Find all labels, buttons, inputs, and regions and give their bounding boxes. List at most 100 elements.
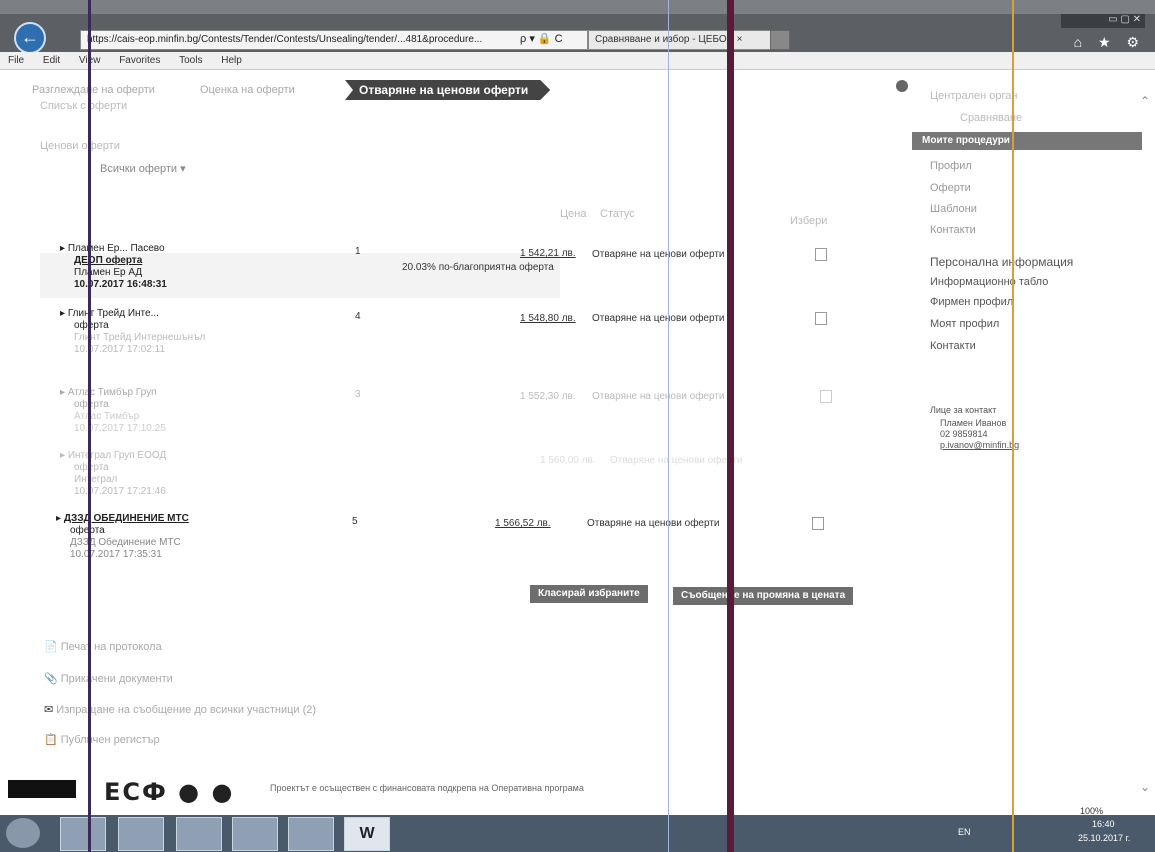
scan-artifact-line xyxy=(1012,0,1014,852)
offer-link[interactable]: оферта xyxy=(60,399,166,411)
bidder-name: Глинт Трейд Инте... xyxy=(67,308,159,319)
taskbar-app-icon[interactable] xyxy=(232,817,278,851)
breadcrumb-step-2[interactable]: Оценка на оферти xyxy=(200,80,295,100)
send-message-link[interactable]: ✉ Изпращане на съобщение до всички участ… xyxy=(44,703,316,716)
filter-dropdown[interactable]: Всички оферти ▾ xyxy=(100,162,186,175)
contact-title: Лице за контакт xyxy=(930,405,997,415)
select-checkbox[interactable] xyxy=(815,312,827,328)
offer-date: 10.07.2017 17:35:31 xyxy=(70,549,162,560)
bidder-sub: Глинт Трейд Интернешънъл xyxy=(74,332,206,343)
search-icon[interactable]: ρ ▾ 🔒 C xyxy=(520,30,580,48)
breadcrumb-step-1[interactable]: Разглеждане на оферти xyxy=(32,80,155,100)
browser-tab[interactable]: Сравняване и избор - ЦЕБОП × xyxy=(588,30,776,50)
menu-favorites[interactable]: Favorites xyxy=(119,55,160,66)
scan-artifact-line xyxy=(668,0,669,852)
taskbar-ie-icon[interactable] xyxy=(60,817,106,851)
offer-price-note: 20.03% по-благоприятна оферта xyxy=(402,262,554,273)
attachments-link[interactable]: 📎 Прикачени документи xyxy=(44,672,173,685)
sidebar-link-my-profile[interactable]: Моят профил xyxy=(930,318,999,330)
language-indicator[interactable]: EN xyxy=(958,827,971,837)
bidder-sub: Атлас Тимбър xyxy=(74,411,140,422)
table-row[interactable]: ▸ ДЗЗД ОБЕДИНЕНИЕ МТС оферта ДЗЗД Обедин… xyxy=(56,513,189,561)
personal-info-heading: Персонална информация xyxy=(930,255,1074,269)
offer-status: Отваряне на ценови оферти xyxy=(592,313,725,324)
menu-file[interactable]: File xyxy=(8,55,24,66)
address-bar[interactable]: https://cais-eop.minfin.bg/Contests/Tend… xyxy=(80,30,588,50)
offer-link[interactable]: оферта xyxy=(60,462,166,474)
menu-bar: File Edit View Favorites Tools Help xyxy=(0,52,1155,70)
table-row[interactable]: ▸ Атлас Тимбър Груп оферта Атлас Тимбър … xyxy=(60,387,166,435)
col-status-header: Статус xyxy=(600,208,635,220)
table-row[interactable]: ▸ Интеграл Груп ЕООД оферта Интеграл 10.… xyxy=(60,450,166,498)
scroll-down-icon[interactable]: ⌄ xyxy=(1140,780,1150,794)
col-price-header: Цена xyxy=(560,208,587,220)
register-icon: 📋 xyxy=(44,734,58,746)
taskbar-explorer-icon[interactable] xyxy=(118,817,164,851)
expand-icon[interactable]: ▸ xyxy=(56,513,61,524)
public-register-link[interactable]: 📋 Публичен регистър xyxy=(44,733,160,746)
expand-icon[interactable]: ▸ xyxy=(60,450,65,461)
sidebar-item-templates[interactable]: Шаблони xyxy=(930,203,977,215)
offer-date: 10.07.2017 17:21:46 xyxy=(74,486,166,497)
expand-icon[interactable]: ▸ xyxy=(60,243,65,254)
select-checkbox[interactable] xyxy=(812,517,824,533)
sidebar-item-offers[interactable]: Оферти xyxy=(930,182,971,194)
sidebar-link-company-profile[interactable]: Фирмен профил xyxy=(930,296,1013,308)
bidder-name: Пламен Ер... Пасево xyxy=(67,243,165,254)
taskbar-word-icon[interactable]: W xyxy=(344,817,390,851)
contact-phone: 02 9859814 xyxy=(940,429,988,439)
offer-price[interactable]: 1 552,30 лв. xyxy=(520,391,576,402)
sidebar-link-dashboard[interactable]: Информационно табло xyxy=(930,276,1048,288)
clock-date[interactable]: 25.10.2017 г. xyxy=(1078,833,1130,843)
offer-price[interactable]: 1 542,21 лв. xyxy=(520,248,576,259)
bidder-name: Атлас Тимбър Груп xyxy=(67,387,157,398)
offer-status: Отваряне на ценови оферти xyxy=(592,249,725,260)
rank-selected-button[interactable]: Класирай избраните xyxy=(530,585,648,603)
scroll-up-icon[interactable]: ⌃ xyxy=(1140,94,1150,108)
start-button[interactable] xyxy=(6,818,40,848)
taskbar-chrome-icon[interactable] xyxy=(288,817,334,851)
menu-edit[interactable]: Edit xyxy=(43,55,60,66)
taskbar: W EN 16:40 25.10.2017 г. xyxy=(0,815,1155,852)
bidder-name: Интеграл Груп ЕООД xyxy=(67,450,167,461)
new-tab-button[interactable] xyxy=(770,30,790,50)
offer-status: Отваряне на ценови оферти xyxy=(610,455,743,466)
select-checkbox[interactable] xyxy=(815,248,827,264)
taskbar-media-icon[interactable] xyxy=(176,817,222,851)
contact-email[interactable]: p.ivanov@minfin.bg xyxy=(940,440,1019,450)
expand-icon[interactable]: ▸ xyxy=(60,387,65,398)
sidebar-item-contacts[interactable]: Контакти xyxy=(930,224,976,236)
sidebar-faint-1: Централен орган xyxy=(930,90,1018,102)
clock-time[interactable]: 16:40 xyxy=(1092,819,1115,829)
price-change-notice-button[interactable]: Съобщение на промяна в цената xyxy=(673,587,854,605)
expand-icon[interactable]: ▸ xyxy=(60,308,65,319)
table-row[interactable]: ▸ Глинт Трейд Инте... оферта Глинт Трейд… xyxy=(60,308,205,356)
paperclip-icon: 📎 xyxy=(44,673,58,685)
offer-price[interactable]: 1 548,80 лв. xyxy=(520,313,576,324)
offer-price[interactable]: 1 560,00 лв. xyxy=(540,455,596,466)
offer-status: Отваряне на ценови оферти xyxy=(587,518,720,529)
offer-link[interactable]: оферта xyxy=(60,320,205,332)
offer-price[interactable]: 1 566,52 лв. xyxy=(495,518,551,529)
offer-link[interactable]: оферта xyxy=(56,525,189,537)
back-button[interactable]: ← xyxy=(14,22,46,54)
table-row[interactable]: ▸ Пламен Ер... Пасево ДЕОП оферта Пламен… xyxy=(60,243,167,291)
offer-number: 3 xyxy=(355,389,361,400)
offer-link[interactable]: ДЕОП оферта xyxy=(74,255,142,266)
window-controls[interactable]: ▭ ▢ ✕ xyxy=(1061,14,1145,28)
home-star-gear-icons[interactable]: ⌂ ★ ⚙ xyxy=(1074,34,1145,51)
menu-help[interactable]: Help xyxy=(221,55,242,66)
sidebar-item-my-procedures[interactable]: Моите процедури xyxy=(912,132,1142,150)
contact-name: Пламен Иванов xyxy=(940,418,1007,428)
bidder-sub: Пламен Ер АД xyxy=(74,267,143,278)
settings-icon[interactable] xyxy=(896,80,908,92)
sidebar-link-contacts[interactable]: Контакти xyxy=(930,340,976,352)
document-icon: 📄 xyxy=(44,641,58,653)
sidebar-item-profile[interactable]: Профил xyxy=(930,160,972,172)
envelope-icon: ✉ xyxy=(44,704,54,716)
menu-tools[interactable]: Tools xyxy=(179,55,202,66)
scan-artifact-line xyxy=(727,0,734,852)
select-checkbox[interactable] xyxy=(820,390,832,406)
breadcrumb-active-step: Отваряне на ценови оферти xyxy=(345,80,550,100)
print-protocol-link[interactable]: 📄 Печат на протокола xyxy=(44,640,162,653)
